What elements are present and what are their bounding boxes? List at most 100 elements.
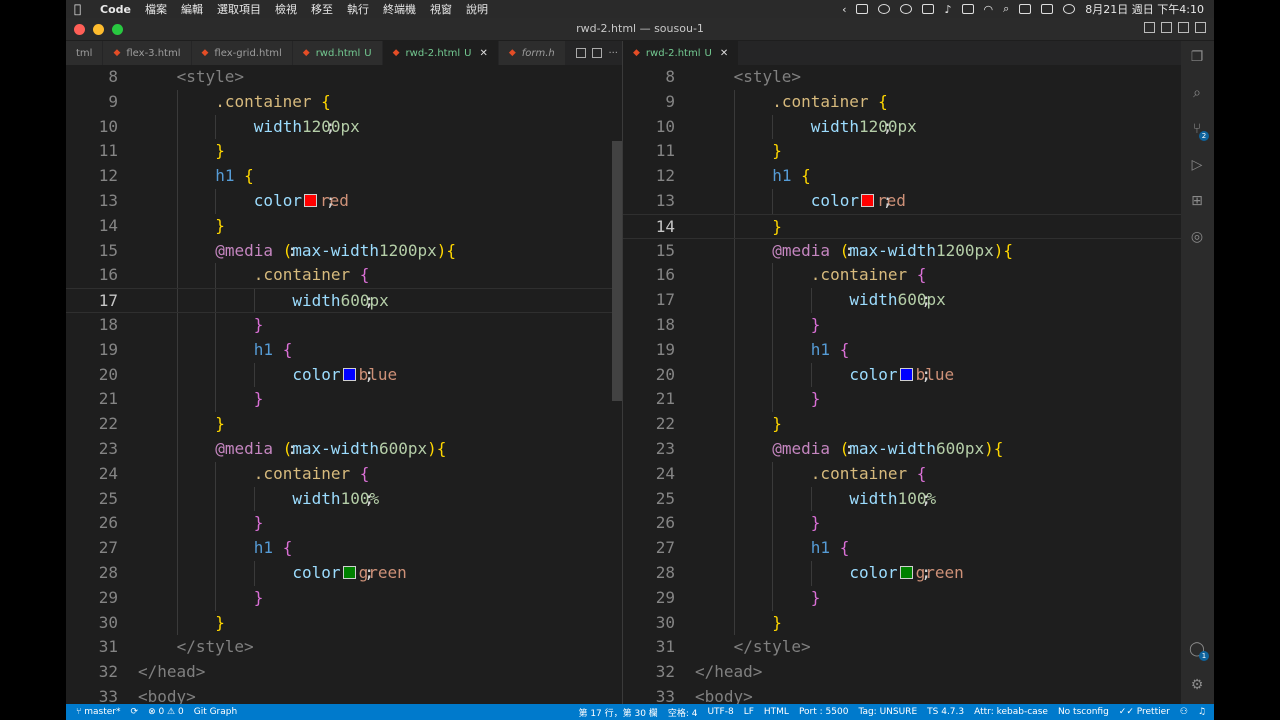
code-line[interactable]: 23 @media (max-width:600px){: [66, 437, 622, 462]
code-line[interactable]: 31 </style>: [623, 635, 1181, 660]
tab-rwd-2[interactable]: ◆ rwd-2.html U ✕: [382, 41, 499, 65]
tab-partial[interactable]: tml: [66, 41, 104, 65]
code-line[interactable]: 21}: [623, 387, 1181, 413]
tag-status[interactable]: Tag: UNSURE: [858, 707, 917, 717]
code-line[interactable]: 14}: [66, 213, 622, 239]
blue-color-swatch[interactable]: [899, 367, 913, 381]
back-icon[interactable]: ‹: [842, 3, 846, 16]
blue-color-swatch[interactable]: [342, 367, 356, 381]
feedback-icon[interactable]: ⚇: [1180, 707, 1188, 717]
toggle-secondary-sidebar-icon[interactable]: [1178, 22, 1189, 33]
branch-status[interactable]: ⑂ master*: [76, 707, 121, 717]
explorer-icon[interactable]: ❐: [1189, 49, 1205, 65]
cursor-position[interactable]: 第 17 行，第 30 欄: [578, 706, 657, 719]
code-line[interactable]: 29}: [66, 585, 622, 611]
code-line[interactable]: 30}: [623, 610, 1181, 636]
record-icon[interactable]: [878, 4, 891, 14]
menubar-clock[interactable]: 8月21日 週日 下午4:10: [1085, 1, 1204, 17]
code-line[interactable]: 16 .container {: [623, 263, 1181, 289]
code-line[interactable]: 20 color: blue;: [66, 362, 622, 388]
tab-flex-3[interactable]: ◆ flex-3.html: [103, 41, 192, 65]
open-changes-icon[interactable]: [576, 48, 587, 58]
code-line[interactable]: 8 <style>: [623, 65, 1181, 90]
git-graph-icon[interactable]: ◎: [1189, 229, 1205, 245]
code-line[interactable]: 32 </head>: [623, 660, 1181, 685]
toggle-panel-icon[interactable]: [1161, 22, 1172, 33]
scrollbar-left[interactable]: [612, 141, 622, 401]
live-server-port[interactable]: Port : 5500: [799, 707, 849, 717]
menu-view[interactable]: 檢視: [275, 1, 297, 17]
menu-file[interactable]: 檔案: [145, 1, 167, 17]
run-debug-icon[interactable]: ▷: [1189, 157, 1205, 173]
green-color-swatch[interactable]: [342, 566, 356, 579]
code-line[interactable]: 11}: [66, 139, 622, 165]
code-line[interactable]: 12 h1 {: [66, 164, 622, 189]
prettier-status[interactable]: ✓✓ Prettier: [1119, 707, 1170, 717]
code-line[interactable]: 17 width: 600px;: [66, 288, 622, 313]
code-line[interactable]: 27 h1 {: [623, 536, 1181, 561]
git-graph-status[interactable]: Git Graph: [194, 707, 237, 717]
attr-case[interactable]: Attr: kebab-case: [974, 707, 1048, 717]
volume-icon[interactable]: ♪: [944, 3, 951, 16]
end-of-line[interactable]: LF: [744, 707, 754, 717]
customize-layout-icon[interactable]: [1195, 22, 1206, 33]
tab-form[interactable]: ◆ form.h: [498, 41, 566, 65]
ts-version[interactable]: TS 4.7.3: [927, 707, 964, 717]
code-line[interactable]: 20 color: blue;: [623, 362, 1181, 388]
menu-run[interactable]: 執行: [347, 1, 369, 17]
code-line[interactable]: 29}: [623, 585, 1181, 611]
problems-status[interactable]: ⊗ 0 ⚠ 0: [148, 707, 184, 717]
code-line[interactable]: 18}: [623, 313, 1181, 338]
play-icon[interactable]: [900, 4, 913, 14]
editor-group-left[interactable]: tml ◆ flex-3.html ◆ flex-grid.html ◆ rwd.ht…: [66, 41, 622, 704]
code-line[interactable]: 33 <body>: [623, 685, 1181, 704]
code-line[interactable]: 9 .container {: [66, 89, 622, 115]
green-color-swatch[interactable]: [899, 566, 913, 579]
battery-icon[interactable]: [961, 4, 974, 14]
code-line[interactable]: 25 width: 100%;: [66, 486, 622, 512]
notifications-icon[interactable]: ♫: [1198, 707, 1206, 717]
code-line[interactable]: 16 .container {: [66, 263, 622, 289]
code-line[interactable]: 12 h1 {: [623, 164, 1181, 189]
menu-help[interactable]: 說明: [466, 1, 488, 17]
split-editor-icon[interactable]: [592, 48, 603, 58]
menu-selection[interactable]: 選取項目: [217, 1, 261, 17]
siri-icon[interactable]: [1063, 4, 1076, 14]
more-actions-icon[interactable]: ···: [608, 48, 618, 59]
code-line[interactable]: 19 h1 {: [66, 337, 622, 363]
code-line[interactable]: 32 </head>: [66, 660, 622, 685]
code-line[interactable]: 28 color: green;: [66, 561, 622, 586]
code-line[interactable]: 13 color: red;: [66, 189, 622, 214]
code-line[interactable]: 15 @media (max-width:1200px){: [66, 238, 622, 264]
code-editor-right[interactable]: 8 <style> 9 .container {10 width: 1200px; 11}…: [623, 65, 1181, 704]
indentation[interactable]: 空格: 4: [668, 706, 698, 719]
code-line[interactable]: 11}: [623, 139, 1181, 165]
code-line[interactable]: 10 width: 1200px;: [66, 114, 622, 140]
code-line[interactable]: 33 <body>: [66, 685, 622, 704]
menu-app[interactable]: Code: [100, 3, 131, 16]
code-line[interactable]: 22}: [66, 412, 622, 437]
code-line[interactable]: 22}: [623, 412, 1181, 437]
code-line[interactable]: 21}: [66, 387, 622, 413]
search-icon[interactable]: ⌕: [1189, 85, 1205, 101]
code-editor-left[interactable]: 8 <style> 9 .container {10 width: 1200px; 11}…: [66, 65, 622, 704]
code-line[interactable]: 8 <style>: [66, 65, 622, 90]
tab-rwd[interactable]: ◆ rwd.html U: [292, 41, 383, 65]
code-line[interactable]: 23 @media (max-width:600px){: [623, 437, 1181, 462]
apple-icon[interactable]: : [74, 2, 88, 16]
control-center-icon[interactable]: [1041, 4, 1054, 14]
code-line[interactable]: 26}: [66, 511, 622, 537]
screen-icon[interactable]: [856, 4, 869, 14]
menu-go[interactable]: 移至: [311, 1, 333, 17]
tab-rwd-2-right[interactable]: ◆ rwd-2.html U ✕: [623, 41, 740, 65]
code-line[interactable]: 26}: [623, 511, 1181, 537]
extensions-icon[interactable]: ⊞: [1189, 193, 1205, 209]
code-line[interactable]: 27 h1 {: [66, 536, 622, 561]
menu-terminal[interactable]: 終端機: [383, 1, 416, 17]
menu-window[interactable]: 視窗: [430, 1, 452, 17]
tsconfig-status[interactable]: No tsconfig: [1058, 707, 1109, 717]
code-line[interactable]: 13 color: red;: [623, 189, 1181, 214]
sync-icon[interactable]: ⟳: [131, 707, 139, 717]
code-line[interactable]: 18}: [66, 313, 622, 338]
code-line[interactable]: 14}: [623, 213, 1181, 239]
